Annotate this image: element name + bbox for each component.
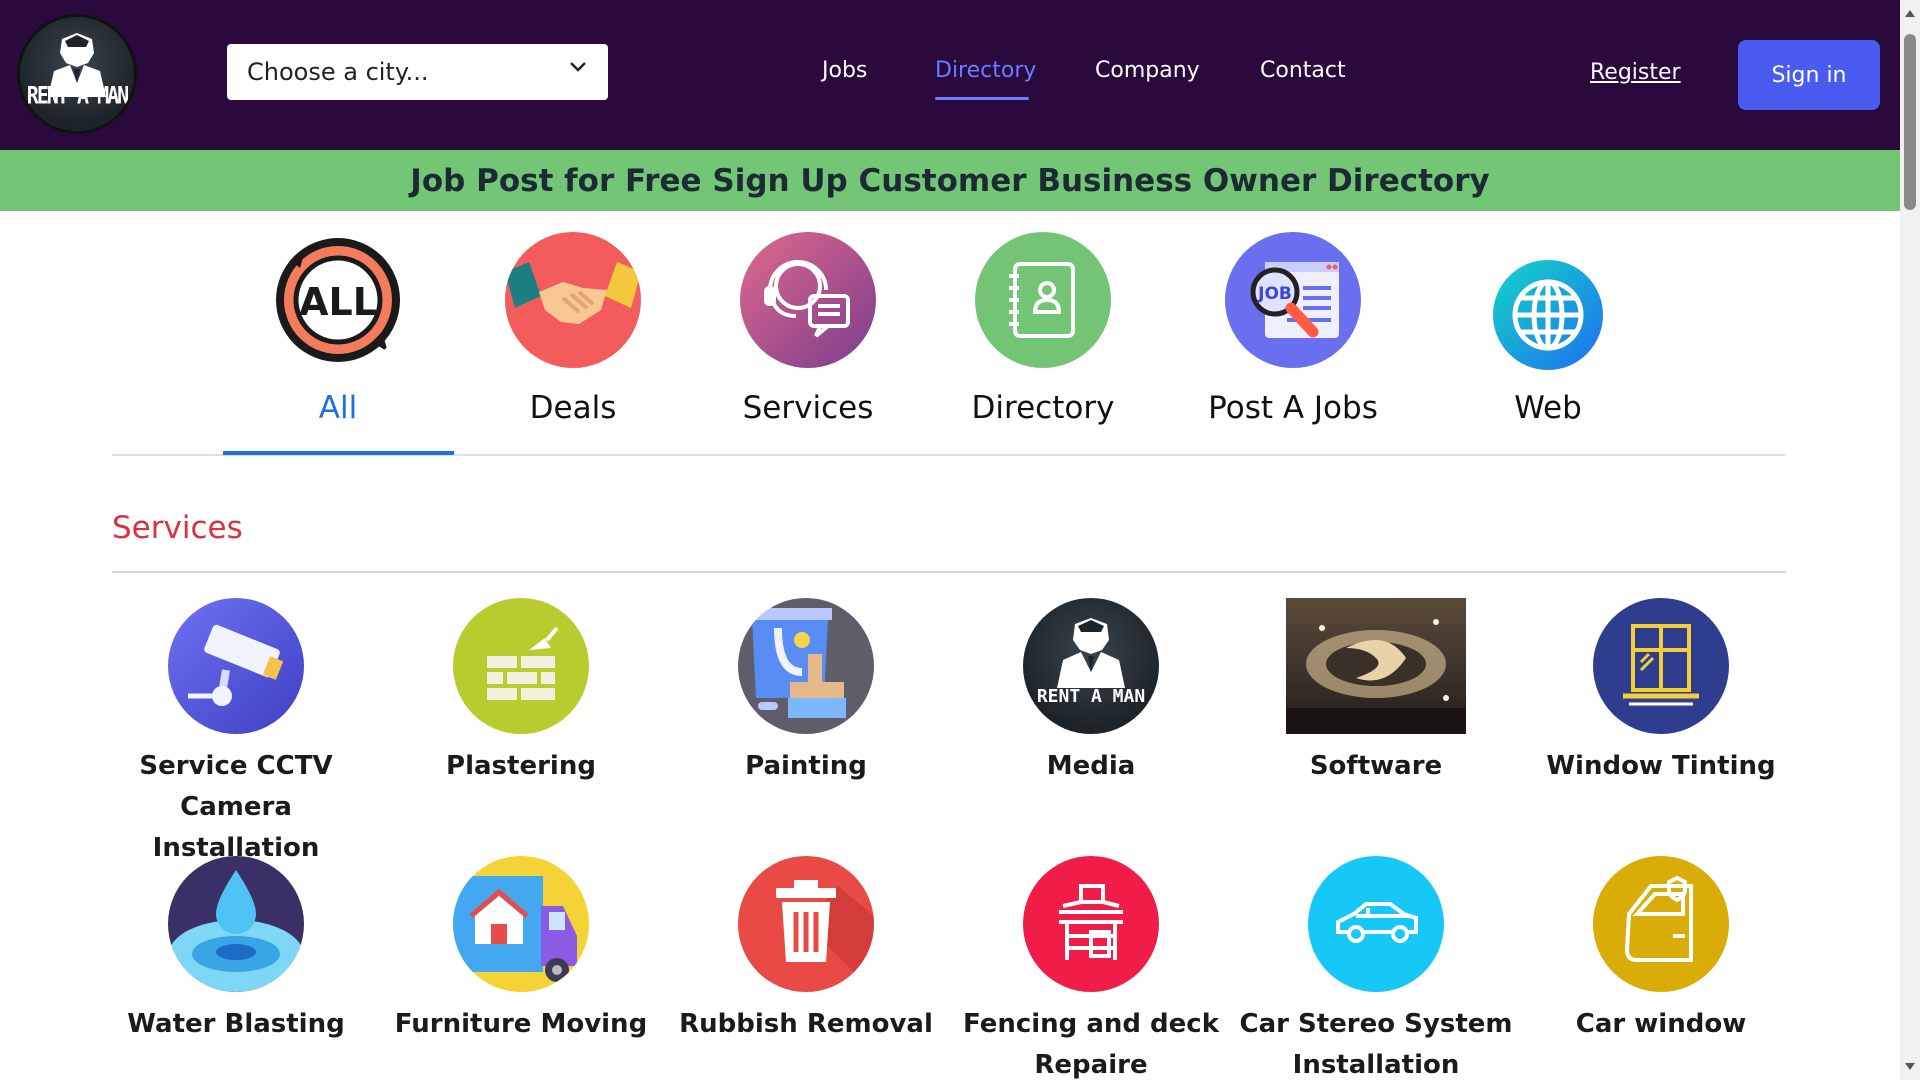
category-tab-post-a-jobs[interactable]: JOB Post A Jobs xyxy=(1177,232,1409,426)
active-tab-underline xyxy=(223,451,454,455)
category-label: Directory xyxy=(971,390,1115,426)
city-select[interactable]: Choose a city... xyxy=(227,44,608,100)
service-label: Window Tinting xyxy=(1546,751,1776,781)
category-label: Post A Jobs xyxy=(1208,390,1378,426)
service-card-water-blasting[interactable]: Water Blasting xyxy=(96,856,376,1045)
city-select-value: Choose a city... xyxy=(247,58,429,86)
category-tab-directory[interactable]: Directory xyxy=(927,232,1159,426)
service-card-car-window[interactable]: Car window xyxy=(1521,856,1801,1045)
service-card-rubbish-removal[interactable]: Rubbish Removal xyxy=(666,856,946,1045)
service-label: Furniture Moving xyxy=(394,1009,648,1039)
window-icon xyxy=(1593,598,1729,734)
service-label: Software xyxy=(1309,751,1443,781)
service-card-window-tinting[interactable]: Window Tinting xyxy=(1521,598,1801,787)
handshake-icon xyxy=(505,232,641,368)
section-divider xyxy=(112,571,1786,573)
category-label: Services xyxy=(742,390,874,426)
nav-directory[interactable]: Directory xyxy=(935,58,1036,83)
logo-text: RENT A MAN xyxy=(26,80,129,110)
scroll-down-arrow-icon[interactable] xyxy=(1905,1063,1915,1070)
job-search-icon: JOB xyxy=(1225,232,1361,368)
service-label: Car window xyxy=(1575,1009,1747,1039)
brick-wall-icon xyxy=(453,598,589,734)
category-label: All xyxy=(318,390,358,426)
service-card-fencing[interactable]: Fencing and deck Repaire xyxy=(951,856,1231,1086)
nav-jobs[interactable]: Jobs xyxy=(822,58,867,83)
category-tab-services[interactable]: Services xyxy=(692,232,924,426)
signin-button[interactable]: Sign in xyxy=(1738,40,1880,110)
scrollbar-thumb[interactable] xyxy=(1904,34,1916,210)
man-in-suit-icon xyxy=(48,33,106,97)
globe-icon xyxy=(1493,260,1603,370)
service-card-car-stereo[interactable]: Car Stereo System Installation xyxy=(1236,856,1516,1086)
chevron-down-icon xyxy=(570,62,586,72)
scroll-up-arrow-icon[interactable] xyxy=(1905,10,1915,17)
service-label: Car Stereo System Installation xyxy=(1239,1009,1513,1080)
category-tab-deals[interactable]: Deals xyxy=(457,232,689,426)
service-card-media[interactable]: RENT A MAN Media xyxy=(951,598,1231,787)
service-card-plastering[interactable]: Plastering xyxy=(381,598,661,787)
ceiling-photo-icon xyxy=(1286,598,1466,734)
svg-text:RENT A MAN: RENT A MAN xyxy=(1037,686,1145,707)
service-label: Plastering xyxy=(446,751,596,781)
car-door-icon xyxy=(1593,856,1729,992)
service-card-painting[interactable]: Painting xyxy=(666,598,946,787)
register-link[interactable]: Register xyxy=(1590,60,1681,85)
moving-truck-icon xyxy=(453,856,589,992)
svg-text:ALL: ALL xyxy=(299,280,377,324)
service-label: Water Blasting xyxy=(127,1009,345,1039)
nav-contact[interactable]: Contact xyxy=(1260,58,1346,83)
service-card-software[interactable]: Software xyxy=(1236,598,1516,787)
service-label: Painting xyxy=(745,751,867,781)
nav-active-underline xyxy=(935,97,1029,100)
paint-bucket-icon xyxy=(738,598,874,734)
service-label: Fencing and deck Repaire xyxy=(962,1009,1219,1080)
service-card-cctv[interactable]: Service CCTV Camera Installation xyxy=(96,598,376,869)
nav-company[interactable]: Company xyxy=(1095,58,1200,83)
fence-deck-icon xyxy=(1023,856,1159,992)
category-tab-all[interactable]: ALL All xyxy=(222,232,454,426)
category-label: Deals xyxy=(529,390,617,426)
service-label: Media xyxy=(1046,751,1136,781)
rent-a-man-logo[interactable]: RENT A MAN xyxy=(17,14,137,134)
address-book-icon xyxy=(975,232,1111,368)
cctv-camera-icon xyxy=(168,598,304,734)
service-card-furniture-moving[interactable]: Furniture Moving xyxy=(381,856,661,1045)
rent-a-man-logo-icon: RENT A MAN xyxy=(1023,598,1159,734)
category-tab-web[interactable]: Web xyxy=(1432,232,1664,426)
vertical-scrollbar[interactable] xyxy=(1900,0,1920,1080)
headset-support-icon xyxy=(740,232,876,368)
all-icon: ALL xyxy=(270,232,406,368)
service-label: Service CCTV Camera Installation xyxy=(139,751,333,863)
car-icon xyxy=(1308,856,1444,992)
service-label: Rubbish Removal xyxy=(679,1009,933,1039)
top-header: RENT A MAN Choose a city... Jobs Directo… xyxy=(0,0,1900,150)
promo-banner[interactable]: Job Post for Free Sign Up Customer Busin… xyxy=(0,150,1900,211)
section-title: Services xyxy=(112,510,243,546)
category-label: Web xyxy=(1514,390,1582,426)
svg-text:JOB: JOB xyxy=(1257,284,1292,304)
water-drop-icon xyxy=(168,856,304,992)
trash-bin-icon xyxy=(738,856,874,992)
